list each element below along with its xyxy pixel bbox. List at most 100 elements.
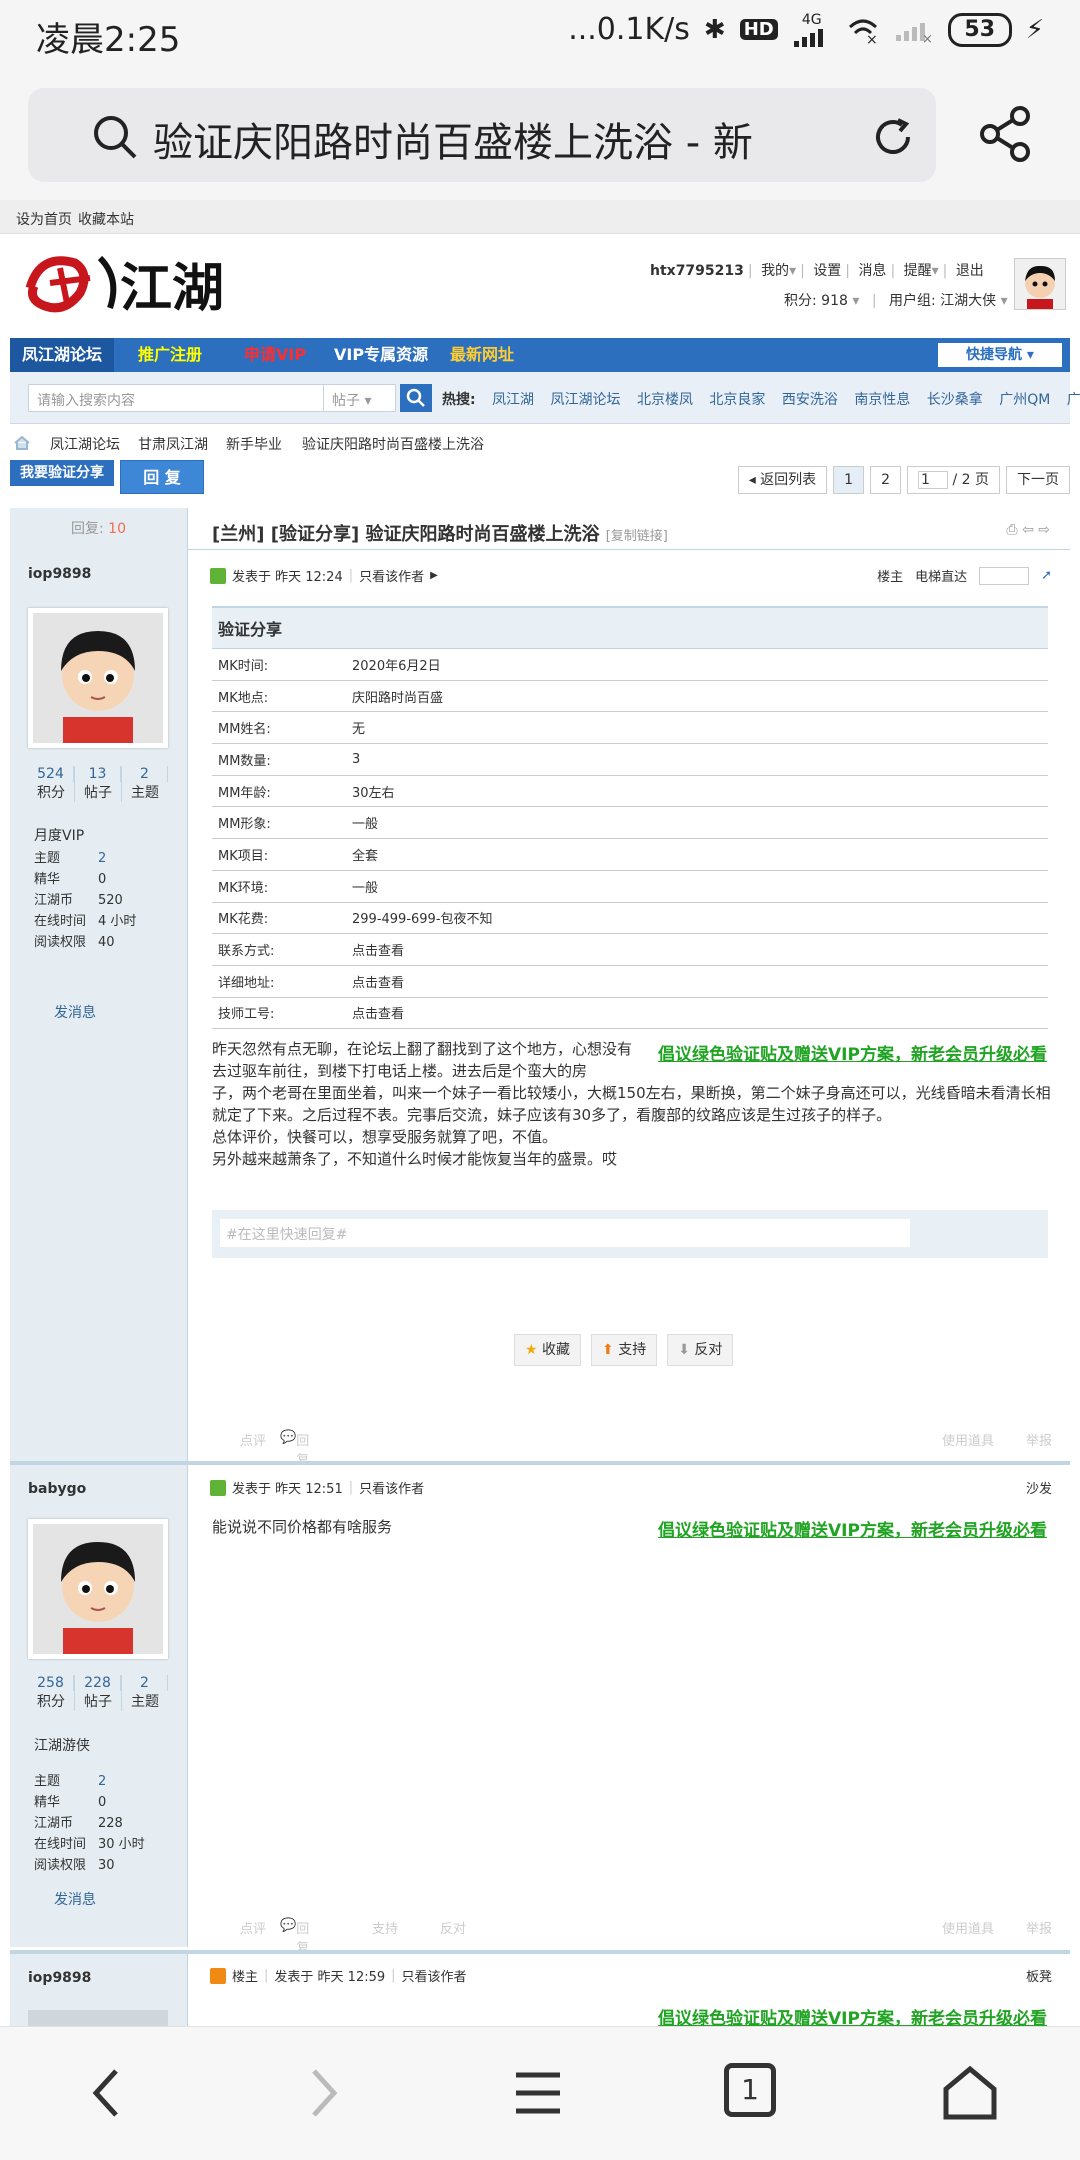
signal-2-icon: × — [894, 17, 934, 43]
breadcrumb-section[interactable]: 新手毕业 — [226, 434, 282, 454]
promo-link[interactable]: 倡议绿色验证贴及赠送VIP方案，新老会员升级必看 — [658, 1040, 1047, 1065]
floor-label[interactable]: 楼主 — [877, 566, 903, 585]
home-icon[interactable] — [14, 436, 30, 450]
settings-link[interactable]: 设置 — [813, 263, 841, 279]
author-name[interactable]: iop9898 — [28, 1970, 91, 1986]
send-message-link[interactable]: 发消息 — [54, 1002, 96, 1022]
tech-id-link[interactable]: 点击查看 — [346, 997, 1048, 1030]
reload-icon[interactable] — [868, 112, 918, 162]
author-avatar[interactable] — [28, 2010, 168, 2026]
new-post-button[interactable]: 我要验证分享 — [10, 460, 114, 486]
search-icon — [94, 116, 137, 159]
search-input[interactable]: 请输入搜索内容 — [28, 384, 324, 412]
hot-link[interactable]: 北京良家 — [709, 392, 765, 408]
support-link[interactable]: 支持 — [372, 1918, 398, 1937]
author-level[interactable]: 月度VIP — [34, 825, 84, 845]
messages-link[interactable]: 消息 — [858, 263, 886, 279]
user-points[interactable]: 积分: 918 — [784, 293, 848, 309]
author-name[interactable]: iop9898 — [28, 566, 91, 582]
forward-icon[interactable] — [292, 2063, 352, 2123]
username-link[interactable]: htx7795213 — [650, 263, 744, 279]
copy-link[interactable]: [复制链接] — [606, 529, 668, 544]
reply-button[interactable]: 回 复 — [120, 460, 204, 494]
reminders-link[interactable]: 提醒 — [904, 263, 932, 279]
breadcrumb-board[interactable]: 甘肃凤江湖 — [138, 434, 208, 454]
bookmark-link[interactable]: 收藏本站 — [78, 209, 134, 229]
hot-link[interactable]: 南京性息 — [854, 392, 910, 408]
user-group[interactable]: 用户组: 江湖大侠 — [889, 293, 996, 309]
user-avatar[interactable] — [1014, 258, 1066, 310]
breadcrumb-thread[interactable]: 验证庆阳路时尚百盛楼上洗浴 — [302, 434, 484, 454]
hot-link[interactable]: 凤江湖 — [492, 392, 534, 408]
stat-points[interactable]: 258 — [28, 1675, 74, 1691]
nav-vip-resources[interactable]: VIP专属资源 — [322, 338, 440, 372]
search-button[interactable] — [400, 384, 432, 412]
author-level[interactable]: 江湖游侠 — [34, 1735, 90, 1755]
address-bar[interactable]: 验证庆阳路时尚百盛楼上洗浴 - 新 — [28, 88, 936, 182]
nav-latest-url[interactable]: 最新网址 — [438, 338, 526, 372]
svg-text:×: × — [866, 32, 878, 45]
report-link[interactable]: 举报 — [1026, 1918, 1052, 1937]
page-1-button[interactable]: 1 — [833, 466, 865, 494]
reply-link[interactable]: 💬 回复 — [280, 1918, 309, 1956]
quick-reply-input[interactable]: #在这里快速回复# — [220, 1219, 910, 1247]
comment-link[interactable]: 点评 — [240, 1918, 266, 1937]
next-thread-icon[interactable]: ⇨ — [1038, 522, 1050, 538]
my-menu[interactable]: 我的 — [761, 263, 789, 279]
stat-topics[interactable]: 2 — [122, 1675, 168, 1691]
reply-link[interactable]: 💬 回复 — [280, 1430, 309, 1468]
support-button[interactable]: ⬆ 支持 — [591, 1334, 658, 1366]
elevator-input[interactable] — [979, 566, 1030, 585]
address-link[interactable]: 点击查看 — [346, 965, 1048, 998]
print-icon[interactable]: ⎙ — [1006, 522, 1017, 538]
hot-link[interactable]: 广州桑拿 — [1067, 392, 1080, 408]
back-to-list-button[interactable]: ◂ 返回列表 — [737, 466, 828, 494]
stat-posts[interactable]: 228 — [75, 1675, 121, 1691]
nav-forum[interactable]: 凤江湖论坛 — [10, 338, 115, 372]
floor-label[interactable]: 板凳 — [1026, 1966, 1052, 1985]
author-name[interactable]: babygo — [28, 1481, 86, 1497]
promo-link[interactable]: 倡议绿色验证贴及赠送VIP方案，新老会员升级必看 — [658, 1516, 1047, 1541]
back-icon[interactable] — [78, 2063, 138, 2123]
report-link[interactable]: 举报 — [1026, 1430, 1052, 1449]
nav-vip-apply[interactable]: 申请VIP — [232, 338, 318, 372]
stat-posts[interactable]: 13 — [75, 766, 121, 782]
breadcrumb-forum[interactable]: 凤江湖论坛 — [50, 434, 120, 454]
author-avatar[interactable] — [28, 1519, 168, 1659]
search-type-select[interactable]: 帖子 ▾ — [324, 384, 396, 412]
page-2-button[interactable]: 2 — [870, 466, 902, 494]
hot-link[interactable]: 广州QM — [999, 392, 1050, 408]
hot-link[interactable]: 凤江湖论坛 — [551, 392, 621, 408]
favorite-button[interactable]: ★ 收藏 — [514, 1334, 582, 1366]
floor-label[interactable]: 沙发 — [1026, 1478, 1052, 1497]
logout-link[interactable]: 退出 — [956, 263, 984, 279]
menu-icon[interactable] — [508, 2063, 568, 2123]
oppose-link[interactable]: 反对 — [440, 1918, 466, 1937]
home-icon[interactable] — [940, 2063, 1000, 2123]
nav-register[interactable]: 推广注册 — [126, 338, 214, 372]
use-item-link[interactable]: 使用道具 — [942, 1430, 994, 1449]
share-icon[interactable] — [978, 104, 1034, 164]
hot-link[interactable]: 长沙桑拿 — [927, 392, 983, 408]
quick-nav-button[interactable]: 快捷导航 ▾ — [938, 343, 1062, 367]
comment-link[interactable]: 点评 — [240, 1430, 266, 1449]
author-avatar[interactable] — [28, 608, 168, 748]
oppose-button[interactable]: ⬇ 反对 — [667, 1334, 734, 1366]
tabs-button[interactable]: 1 — [724, 2063, 776, 2117]
page-input[interactable]: 1 — [918, 471, 949, 489]
stat-topics[interactable]: 2 — [122, 766, 168, 782]
next-page-button[interactable]: 下一页 — [1006, 466, 1070, 494]
prev-thread-icon[interactable]: ⇦ — [1022, 522, 1034, 538]
stat-points[interactable]: 524 — [28, 766, 74, 782]
only-author-link[interactable]: 只看该作者 — [359, 1478, 424, 1497]
only-author-link[interactable]: 只看该作者 — [359, 566, 424, 585]
elevator-go-icon[interactable]: ➚ — [1041, 568, 1052, 583]
hot-link[interactable]: 西安洗浴 — [782, 392, 838, 408]
hot-link[interactable]: 北京楼凤 — [637, 392, 693, 408]
only-author-link[interactable]: 只看该作者 — [402, 1966, 467, 1985]
send-message-link[interactable]: 发消息 — [54, 1889, 96, 1909]
contact-link[interactable]: 点击查看 — [346, 933, 1048, 966]
set-homepage-link[interactable]: 设为首页 — [16, 209, 72, 229]
site-logo[interactable]: 江湖 — [20, 248, 280, 318]
use-item-link[interactable]: 使用道具 — [942, 1918, 994, 1937]
